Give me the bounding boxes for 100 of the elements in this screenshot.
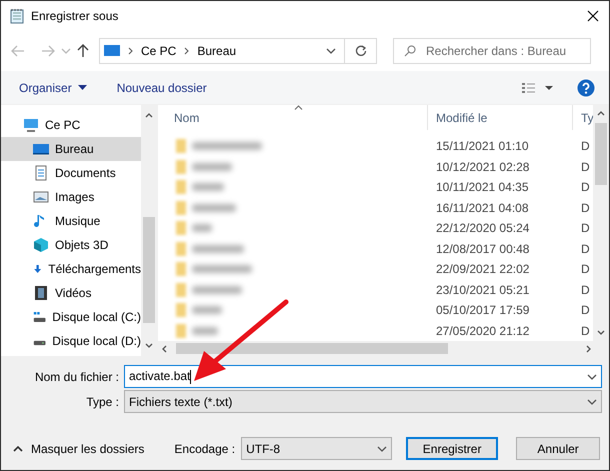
encoding-dropdown[interactable]: UTF-8 (241, 437, 392, 460)
blurred-filename (192, 265, 252, 274)
field-label: Nom du fichier : (34, 370, 120, 384)
hide-folders-button[interactable]: Masquer les dossiers (13, 442, 144, 456)
close-icon[interactable] (587, 10, 599, 22)
sidebar-item[interactable]: Vidéos (1, 281, 141, 305)
folder-icon (176, 200, 186, 215)
table-cell-text: D (580, 221, 591, 236)
view-options-icon[interactable] (521, 82, 555, 94)
table-cell-text: 22/09/2021 22:02 (435, 262, 530, 276)
table-cell-text: D (580, 262, 591, 276)
horizontal-scrollbar[interactable] (158, 341, 609, 356)
column-header[interactable]: Modifié le (428, 105, 573, 130)
table-cell-text: 12/08/2017 00:48 (435, 242, 530, 256)
document-icon (33, 165, 49, 181)
chevron-up-icon (13, 446, 23, 452)
table-cell-text: 23/10/2021 05:21 (435, 282, 530, 297)
scrollbar[interactable] (593, 105, 609, 341)
table-cell-text: D (580, 242, 591, 256)
sidebar-item[interactable]: Musique (1, 209, 141, 233)
table-cell-text: 10/12/2021 02:28 (435, 160, 530, 174)
computer-icon (23, 117, 39, 133)
blurred-filename (192, 183, 224, 192)
sidebar-item[interactable]: Ce PC (1, 113, 141, 137)
sidebar-item[interactable]: Disque local (C:) (1, 305, 141, 329)
scroll-left-icon[interactable] (162, 344, 167, 352)
dropdown-icon (326, 48, 336, 54)
chevron-icon (184, 47, 190, 55)
save-button[interactable]: Enregistrer (406, 437, 498, 460)
table-cell-text: 22/12/2020 05:24 (435, 221, 530, 236)
organize-button[interactable]: Organiser (19, 80, 87, 94)
up-arrow-icon[interactable] (77, 44, 89, 58)
chevron-icon (128, 47, 133, 55)
filename-field[interactable]: activate.bat (124, 365, 602, 388)
film-icon (33, 285, 49, 301)
drive-icon (33, 309, 46, 325)
desktop-icon (33, 141, 49, 157)
sidebar-item[interactable]: Téléchargements (1, 257, 141, 281)
drive-icon (33, 340, 46, 346)
table-cell-text: D (580, 303, 591, 318)
table-cell-text: 16/11/2021 04:08 (435, 200, 530, 215)
blurred-filename (192, 162, 232, 171)
scroll-up-icon[interactable] (145, 113, 153, 118)
column-header[interactable]: Nom (158, 105, 428, 130)
blurred-filename (192, 286, 242, 294)
blurred-filename (192, 326, 218, 335)
cancel-button[interactable]: Annuler (516, 437, 600, 460)
table-cell-text: 05/10/2017 17:59 (435, 303, 530, 318)
folder-icon (176, 160, 186, 174)
sidebar-item[interactable]: Documents (1, 161, 141, 185)
folder-icon (176, 282, 186, 297)
notepad-icon (9, 8, 25, 24)
folder-icon (176, 180, 186, 194)
sidebar-item[interactable]: Objets 3D (1, 233, 141, 257)
scroll-thumb[interactable] (143, 217, 155, 323)
table-cell-text: D (580, 160, 591, 174)
table-cell-text: 10/11/2021 04:35 (435, 180, 530, 194)
cube-icon (33, 237, 49, 253)
folder-icon (176, 262, 186, 276)
file-type-dropdown[interactable]: Fichiers texte (*.txt) (124, 390, 602, 413)
help-icon[interactable] (577, 78, 595, 96)
sidebar-item[interactable]: Images (1, 185, 141, 209)
scroll-down-icon[interactable] (145, 343, 153, 348)
field-label: Encodage : (174, 442, 236, 456)
scrollbar[interactable] (141, 105, 157, 356)
table-cell-text: D (580, 200, 591, 215)
new-folder-button[interactable]: Nouveau dossier (116, 80, 207, 94)
sidebar-item[interactable]: Bureau (1, 137, 141, 161)
dropdown-icon (587, 374, 597, 380)
search-field[interactable]: Rechercher dans : Bureau (393, 38, 591, 64)
caret-icon (61, 48, 71, 54)
scroll-up-icon[interactable] (597, 111, 605, 116)
table-cell-text: D (580, 139, 591, 154)
blurred-filename (192, 306, 222, 314)
folder-icon (176, 221, 186, 236)
desktop-icon (104, 45, 120, 57)
folder-icon (176, 303, 186, 318)
table-cell-text: D (580, 180, 591, 194)
caret-icon (78, 85, 87, 90)
image-icon (33, 189, 49, 205)
folder-icon (176, 139, 186, 154)
table-cell-text: D (580, 282, 591, 297)
dropdown-icon (587, 398, 597, 404)
folder-icon (176, 242, 186, 256)
breadcrumb[interactable]: Ce PC (141, 44, 176, 58)
dropdown-icon (377, 446, 388, 452)
blurred-filename (192, 204, 236, 212)
scroll-thumb[interactable] (176, 343, 448, 354)
table-cell-text: 27/05/2020 21:12 (435, 324, 530, 338)
blurred-filename (192, 142, 262, 150)
scroll-thumb[interactable] (595, 123, 607, 185)
refresh-icon[interactable] (354, 45, 366, 57)
scroll-down-icon[interactable] (597, 330, 605, 335)
table-cell-text: D (580, 324, 591, 338)
search-icon (404, 45, 416, 57)
blurred-filename (192, 244, 244, 253)
table-cell-text: 15/11/2021 01:10 (435, 139, 530, 154)
sidebar-item[interactable]: Disque local (D:) (1, 329, 141, 353)
scroll-right-icon[interactable] (586, 344, 591, 352)
breadcrumb[interactable]: Bureau (197, 44, 236, 58)
